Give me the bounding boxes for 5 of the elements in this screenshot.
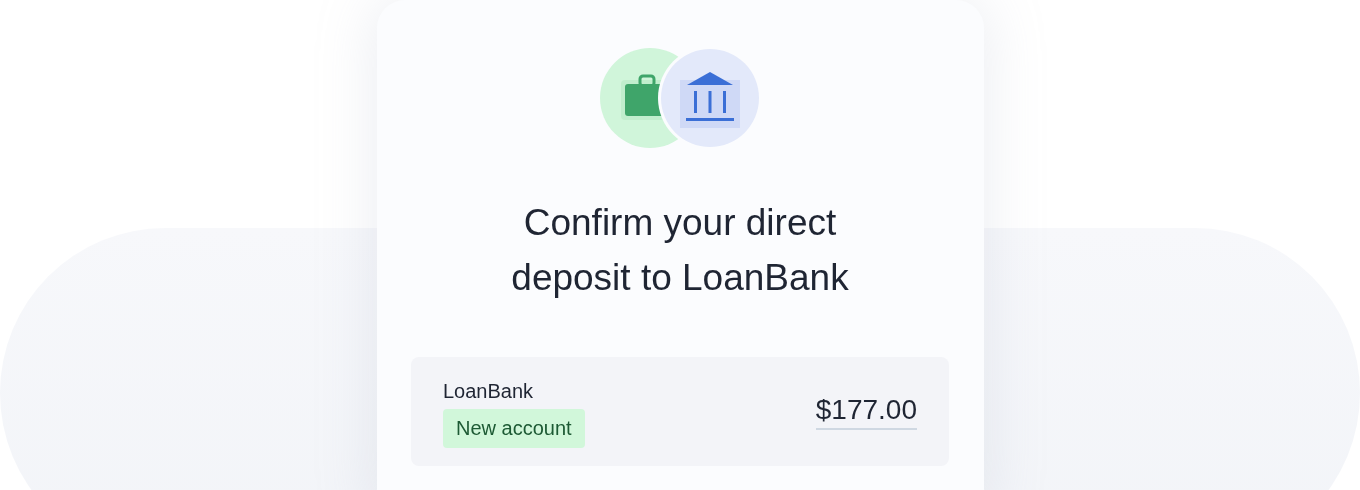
bank-name: LoanBank (443, 379, 534, 403)
account-tag: New account (443, 408, 585, 448)
deposit-amount: $177.00 (815, 393, 917, 430)
briefcase-bank-icon (599, 47, 761, 149)
page-title: Confirm your direct deposit to LoanBank (510, 201, 850, 300)
